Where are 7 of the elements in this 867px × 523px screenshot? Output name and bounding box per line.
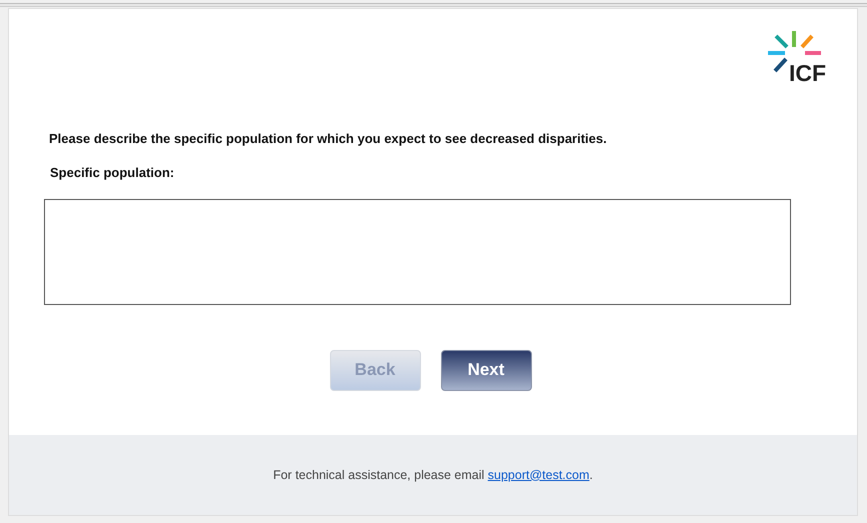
field-label: Specific population: (50, 164, 174, 182)
email-link[interactable]: support@test.com (488, 468, 590, 482)
logo: ICF (767, 27, 837, 85)
next-button[interactable]: Next (440, 350, 532, 390)
answer-box[interactable] (44, 198, 791, 304)
question-text: Please describe the specific population for which you expect to see decreased disparities. (49, 130, 608, 148)
footer-note: For technical assistance, please email support@test.com. (273, 466, 593, 484)
